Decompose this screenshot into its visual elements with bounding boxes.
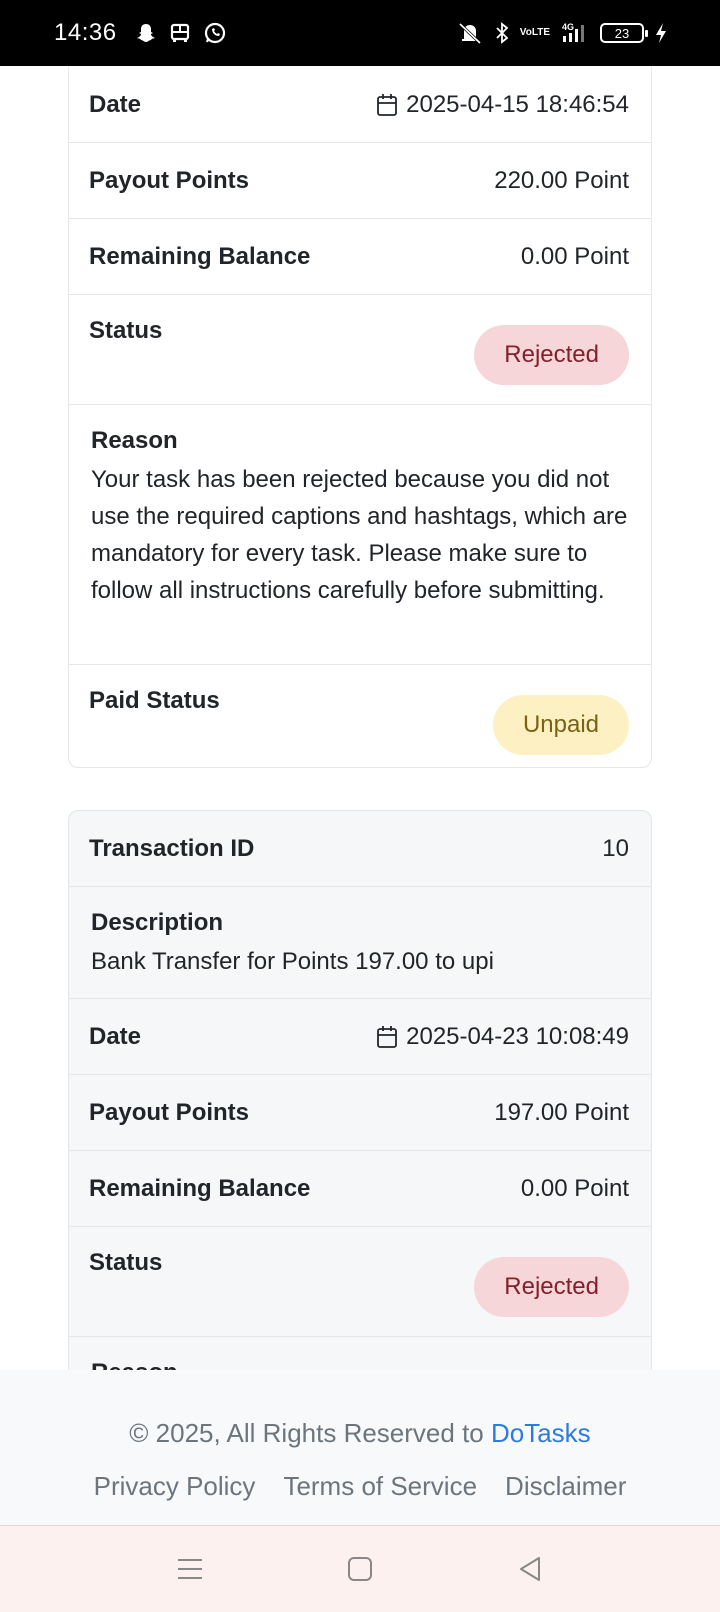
home-icon[interactable]	[340, 1549, 380, 1589]
reason-label: Reason	[91, 427, 178, 454]
bus-icon	[169, 22, 191, 44]
paid-status-badge: Unpaid	[492, 695, 629, 755]
payout-value: 220.00 Point	[494, 166, 629, 194]
status-time: 14:36	[54, 19, 117, 46]
description-label: Description	[91, 909, 224, 936]
signal-4g-icon: 4G	[560, 21, 590, 45]
system-icons: Vo LTE 4G 23	[456, 21, 668, 45]
date-row: Date 2025-04-15 18:46:54	[69, 66, 651, 143]
reason-text: Your task has been rejected because you …	[91, 466, 628, 604]
status-label: Status	[89, 1249, 163, 1276]
status-badge: Rejected	[474, 325, 629, 385]
transactions-list[interactable]: Date 2025-04-15 18:46:54 Payout Points 2…	[0, 66, 720, 1370]
payout-row: Payout Points 197.00 Point	[69, 1075, 651, 1151]
transaction-id-row: Transaction ID 10	[69, 811, 651, 887]
balance-row: Remaining Balance 0.00 Point	[69, 219, 651, 295]
reason-row: Reason	[69, 1337, 651, 1370]
payout-row: Payout Points 220.00 Point	[69, 143, 651, 219]
transaction-card: Transaction ID 10 Description Bank Trans…	[68, 810, 652, 1370]
calendar-icon	[376, 93, 398, 117]
status-bar: 14:36 Vo LTE 4G 23	[0, 0, 720, 66]
balance-value: 0.00 Point	[520, 242, 629, 270]
whatsapp-icon	[203, 21, 227, 45]
status-badge: Rejected	[474, 1257, 629, 1317]
date-row: Date 2025-04-23 10:08:49	[69, 999, 651, 1075]
transaction-card: Date 2025-04-15 18:46:54 Payout Points 2…	[68, 66, 652, 768]
balance-label: Remaining Balance	[89, 1174, 311, 1202]
status-row: Status Rejected	[69, 1227, 651, 1337]
reason-row: Reason Your task has been rejected becau…	[69, 405, 651, 665]
balance-row: Remaining Balance 0.00 Point	[69, 1151, 651, 1227]
copyright-text: © 2025, All Rights Reserved to DoTasks	[129, 1418, 591, 1448]
bluetooth-icon	[494, 21, 510, 45]
battery-icon: 23	[600, 23, 648, 43]
footer-links: Privacy Policy Terms of Service Disclaim…	[0, 1471, 720, 1502]
transaction-id-value: 10	[602, 834, 629, 862]
menu-icon[interactable]	[170, 1549, 210, 1589]
date-value: 2025-04-15 18:46:54	[406, 90, 629, 118]
svg-text:4G: 4G	[562, 22, 574, 32]
transaction-id-label: Transaction ID	[89, 834, 255, 862]
balance-value: 0.00 Point	[520, 1174, 629, 1202]
brand-link[interactable]: DoTasks	[491, 1418, 591, 1448]
date-label: Date	[89, 90, 142, 118]
terms-of-service-link[interactable]: Terms of Service	[283, 1471, 477, 1502]
disclaimer-link[interactable]: Disclaimer	[505, 1471, 626, 1502]
balance-label: Remaining Balance	[89, 242, 311, 270]
date-label: Date	[89, 1022, 142, 1050]
notification-icons	[135, 21, 227, 45]
calendar-icon	[376, 1025, 398, 1049]
paid-status-row: Paid Status Unpaid	[69, 665, 651, 767]
description-row: Description Bank Transfer for Points 197…	[69, 887, 651, 999]
volte-icon: Vo LTE	[519, 27, 550, 38]
description-text: Bank Transfer for Points 197.00 to upi	[91, 948, 494, 975]
mute-icon	[456, 21, 484, 45]
payout-label: Payout Points	[89, 166, 250, 194]
status-label: Status	[89, 317, 163, 344]
payout-label: Payout Points	[89, 1098, 250, 1126]
privacy-policy-link[interactable]: Privacy Policy	[94, 1471, 256, 1502]
status-row: Status Rejected	[69, 295, 651, 405]
system-navigation-bar	[0, 1526, 720, 1612]
payout-value: 197.00 Point	[494, 1098, 629, 1126]
back-icon[interactable]	[510, 1549, 550, 1589]
reason-label: Reason	[91, 1359, 629, 1370]
paid-status-label: Paid Status	[89, 687, 220, 714]
charging-icon	[654, 21, 668, 45]
snapchat-icon	[135, 22, 157, 44]
date-value: 2025-04-23 10:08:49	[406, 1022, 629, 1050]
page-footer: © 2025, All Rights Reserved to DoTasks P…	[0, 1370, 720, 1526]
